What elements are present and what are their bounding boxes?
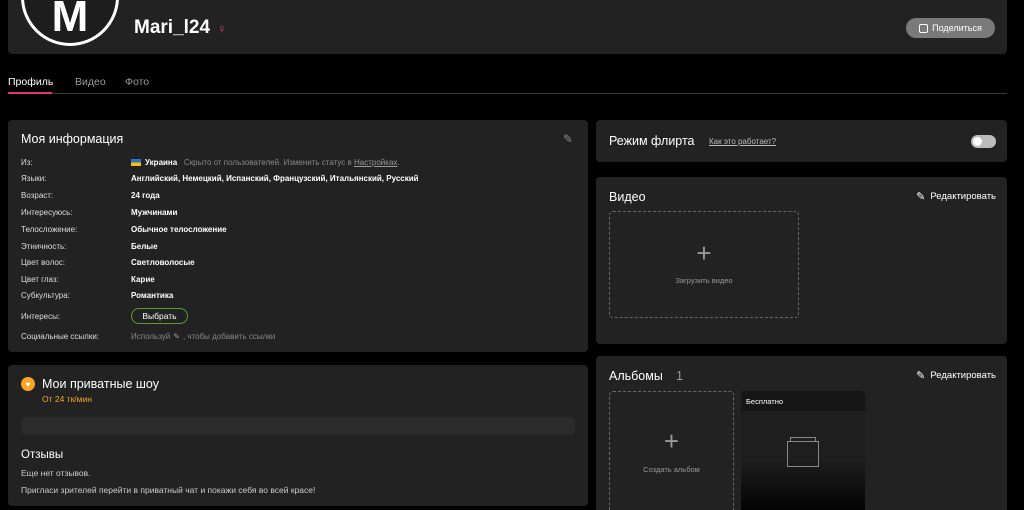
info-row-interests: Интересы: Выбрать <box>21 307 581 325</box>
album-card-label: Бесплатно <box>746 397 784 406</box>
reviews-invite-text: Пригласи зрителей перейти в приватный ча… <box>21 485 316 495</box>
info-row-eyes: Цвет глаз: Карие <box>21 273 581 285</box>
pencil-icon: ✎ <box>916 191 926 203</box>
private-shows-panel: ♥ Мои приватные шоу От 24 тк/мин Отзывы … <box>8 365 588 506</box>
albums-count: 1 <box>676 369 683 383</box>
avatar[interactable]: M <box>21 0 119 46</box>
my-info-panel: Моя информация ✎ Из: Украина Скрыто от п… <box>8 120 588 352</box>
ukraine-flag-icon <box>131 158 141 166</box>
info-row-ethnicity: Этничность: Белые <box>21 240 581 252</box>
profile-header: M Mari_l24 ♀ Поделиться <box>8 0 1007 54</box>
info-value: Романтика <box>131 290 174 300</box>
private-shows-price: От 24 тк/мин <box>42 394 92 404</box>
pencil-icon: ✎ <box>173 331 180 341</box>
info-label: Из: <box>21 157 33 167</box>
info-label: Телосложение: <box>21 224 78 234</box>
video-title: Видео <box>609 190 646 204</box>
info-value: Светловолосые <box>131 257 195 267</box>
info-value: Белые <box>131 241 158 251</box>
info-value: Мужчинами <box>131 207 178 217</box>
tab-photo[interactable]: Фото <box>125 76 149 88</box>
video-panel: Видео ✎ Редактировать + Загрузить видео <box>596 177 1007 344</box>
tab-video[interactable]: Видео <box>75 76 106 88</box>
info-label: Интересуюсь: <box>21 207 73 217</box>
info-row-from: Из: Украина Скрыто от пользователей. Изм… <box>21 157 400 167</box>
shows-bar <box>21 417 575 435</box>
create-album-label: Создать альбом <box>643 465 700 474</box>
share-icon <box>919 23 929 33</box>
reviews-title: Отзывы <box>21 449 64 461</box>
edit-label: Редактировать <box>930 191 996 202</box>
private-shows-title: Мои приватные шоу <box>42 377 159 391</box>
avatar-letter: M <box>51 0 89 41</box>
username: Mari_l24 <box>134 17 211 38</box>
heart-icon: ♥ <box>21 377 35 391</box>
info-label: Этничность: <box>21 241 67 251</box>
info-value: Обычное телосложение <box>131 224 227 234</box>
flirt-mode-toggle[interactable] <box>971 135 996 148</box>
my-info-title: Моя информация <box>21 132 124 146</box>
country-value: Украина <box>145 157 178 167</box>
tab-profile[interactable]: Профиль <box>8 76 53 88</box>
edit-albums-button[interactable]: ✎ Редактировать <box>916 369 996 382</box>
share-button[interactable]: Поделиться <box>906 18 995 38</box>
edit-label: Редактировать <box>930 370 996 381</box>
profile-tabs: Профиль Видео Фото <box>8 70 1007 94</box>
social-hint-prefix: Используй <box>131 331 171 341</box>
info-value: Карие <box>131 274 155 284</box>
info-row-languages: Языки: Английский, Немецкий, Испанский, … <box>21 172 581 184</box>
female-gender-icon: ♀ <box>217 21 227 36</box>
edit-video-button[interactable]: ✎ Редактировать <box>916 190 996 203</box>
info-label: Возраст: <box>21 190 54 200</box>
albums-panel: Альбомы 1 ✎ Редактировать + Создать альб… <box>596 356 1007 510</box>
info-row-social: Социальные ссылки: Используй ✎, чтобы доб… <box>21 330 581 342</box>
info-value: 24 года <box>131 190 160 200</box>
info-label: Цвет глаз: <box>21 274 59 284</box>
settings-link[interactable]: Настройках <box>354 158 397 167</box>
info-row-subculture: Субкультура: Романтика <box>21 289 581 301</box>
info-value: Английский, Немецкий, Испанский, Француз… <box>131 173 419 183</box>
info-row-interested: Интересуюсь: Мужчинами <box>21 206 581 218</box>
reviews-empty-text: Еще нет отзывов. <box>21 468 91 478</box>
upload-video-label: Загрузить видео <box>675 276 733 285</box>
create-album-button[interactable]: + Создать альбом <box>609 391 734 510</box>
how-it-works-link[interactable]: Как это работает? <box>709 137 776 146</box>
info-row-body: Телосложение: Обычное телосложение <box>21 223 581 235</box>
info-label: Цвет волос: <box>21 257 66 267</box>
album-card-free[interactable]: Бесплатно <box>741 391 865 510</box>
edit-pencil-icon[interactable]: ✎ <box>563 132 573 146</box>
plus-icon: + <box>663 426 680 456</box>
hidden-note: Скрыто от пользователей. Изменить статус… <box>183 157 352 167</box>
album-stack-icon <box>787 437 819 467</box>
info-row-hair: Цвет волос: Светловолосые <box>21 256 581 268</box>
plus-icon: + <box>696 238 712 268</box>
info-row-age: Возраст: 24 года <box>21 189 581 201</box>
info-label: Субкультура: <box>21 290 70 300</box>
album-card-header: Бесплатно <box>741 391 865 411</box>
info-label: Социальные ссылки: <box>21 331 100 341</box>
info-label: Интересы: <box>21 311 61 321</box>
pencil-icon: ✎ <box>916 370 926 382</box>
choose-interests-button[interactable]: Выбрать <box>131 308 188 324</box>
toggle-knob <box>973 137 982 146</box>
flirt-mode-title: Режим флирта <box>609 134 695 148</box>
albums-title: Альбомы <box>609 369 663 383</box>
share-button-label: Поделиться <box>932 23 982 33</box>
social-hint-suffix: , чтобы добавить ссылки <box>182 331 276 341</box>
flirt-mode-panel: Режим флирта Как это работает? <box>596 120 1007 162</box>
info-label: Языки: <box>21 173 47 183</box>
upload-video-button[interactable]: + Загрузить видео <box>609 211 799 318</box>
active-tab-indicator <box>8 92 52 94</box>
